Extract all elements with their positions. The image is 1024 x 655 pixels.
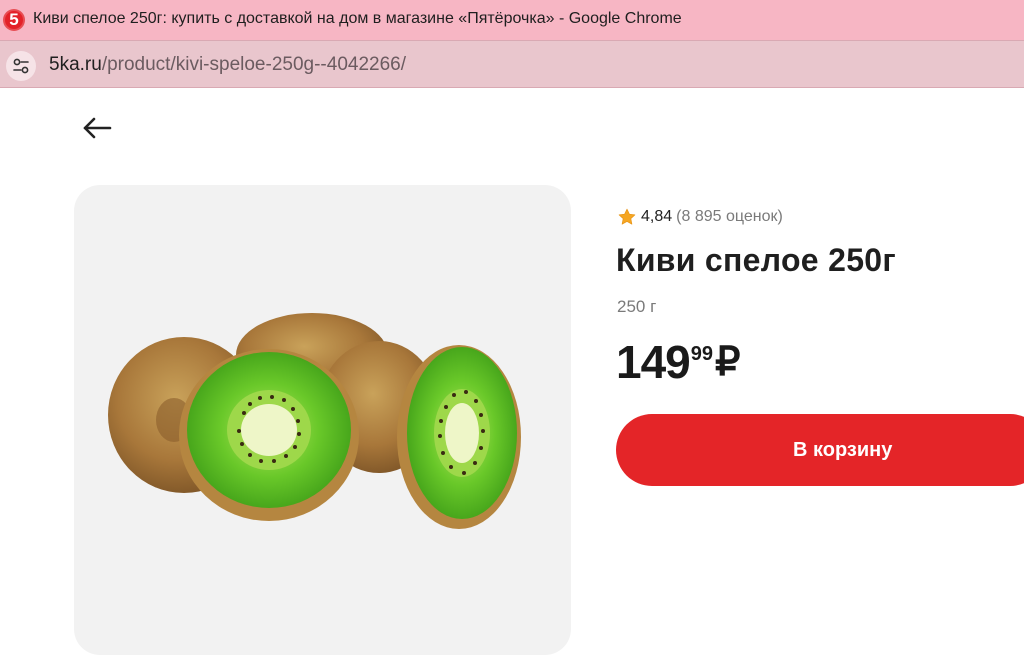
currency-symbol: ₽	[715, 340, 741, 384]
star-icon	[618, 208, 636, 225]
add-to-cart-button[interactable]: В корзину	[616, 414, 1024, 486]
site-favicon-icon: 5	[3, 9, 25, 31]
url-path: /product/kivi-speloe-250g--4042266/	[101, 54, 406, 75]
product-rating[interactable]: 4,84 (8 895 оценок)	[617, 207, 783, 227]
window-title: Киви спелое 250г: купить с доставкой на …	[33, 10, 682, 27]
rating-count: (8 895 оценок)	[676, 208, 783, 225]
address-bar[interactable]: 5ka.ru/product/kivi-speloe-250g--4042266…	[0, 40, 1024, 88]
product-image[interactable]	[74, 185, 571, 655]
product-title: Киви спелое 250г	[616, 242, 897, 278]
price-kopecks: 99	[690, 343, 713, 365]
product-weight: 250 г	[617, 297, 657, 316]
rating-value: 4,84	[641, 208, 673, 225]
site-info-icon[interactable]	[6, 51, 36, 81]
kiwi-fruit-image	[108, 313, 521, 529]
product-price: 149 99 ₽	[616, 336, 740, 388]
back-button[interactable]	[80, 113, 114, 143]
url-text[interactable]: 5ka.ru/product/kivi-speloe-250g--4042266…	[49, 54, 406, 76]
url-host: 5ka.ru	[49, 54, 102, 75]
arrow-left-icon	[83, 117, 112, 139]
browser-titlebar: 5 Киви спелое 250г: купить с доставкой н…	[0, 0, 1024, 40]
price-rubles: 149	[616, 336, 691, 388]
